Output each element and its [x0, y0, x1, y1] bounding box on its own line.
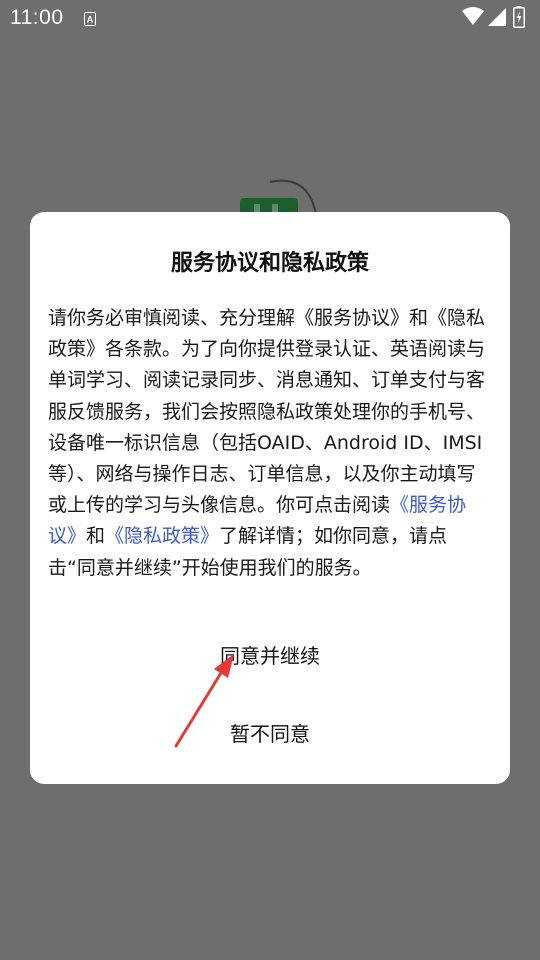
arrow-icon: [170, 654, 240, 754]
app-screen: 11:00 A 服务协议和隐私政策 请你务必审慎阅读、充分理解《服务协议》和《隐…: [0, 0, 540, 960]
privacy-dialog: 服务协议和隐私政策 请你务必审慎阅读、充分理解《服务协议》和《隐私政策》各条款。…: [30, 212, 510, 784]
svg-text:A: A: [87, 15, 94, 25]
body-text-intro: 请你务必审慎阅读、充分理解《服务协议》和《隐私政策》各条款。为了向你提供登录认证…: [48, 307, 486, 517]
dialog-title: 服务协议和隐私政策: [170, 251, 369, 276]
body-text-and: 和: [86, 525, 106, 548]
status-bar: 11:00 A: [0, 0, 540, 36]
status-time: 11:00: [10, 6, 64, 29]
signal-icon: [487, 7, 507, 31]
dialog-body: 请你务必审慎阅读、充分理解《服务协议》和《隐私政策》各条款。为了向你提供登录认证…: [48, 303, 494, 584]
battery-charging-icon: [513, 6, 525, 32]
font-a-icon: A: [84, 11, 96, 30]
privacy-policy-link[interactable]: 《隐私政策》: [105, 525, 219, 547]
wifi-icon: [462, 7, 484, 31]
